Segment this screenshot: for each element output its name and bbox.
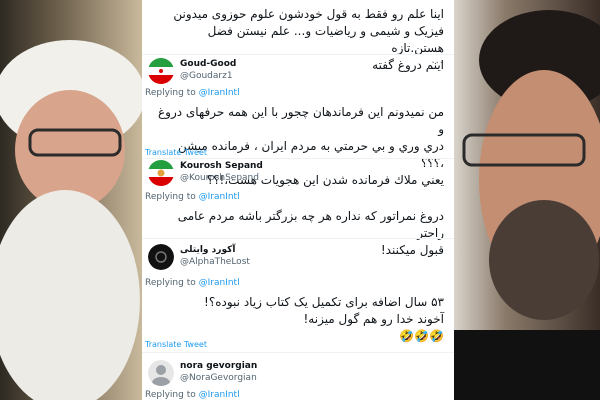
handle[interactable]: @KouroshSepand bbox=[180, 172, 263, 184]
tweet-author[interactable]: Goud-Good @Goudarz1 bbox=[148, 58, 236, 84]
twitter-replies-feed: اینا علم رو فقط به قول خودشون علوم حوزوی… bbox=[142, 0, 454, 400]
mention-link[interactable]: @IranIntl bbox=[199, 390, 240, 400]
flag-avatar-icon[interactable] bbox=[148, 160, 174, 186]
handle[interactable]: @Goudarz1 bbox=[180, 70, 236, 82]
mention-link[interactable]: @IranIntl bbox=[199, 192, 240, 202]
tweet-divider bbox=[142, 158, 454, 159]
tweet-author[interactable]: nora gevorgian @NoraGevorgian bbox=[148, 360, 257, 386]
replying-to-label: Replying to bbox=[145, 278, 196, 288]
translate-tweet-link[interactable]: Translate Tweet bbox=[145, 148, 207, 157]
display-name[interactable]: nora gevorgian bbox=[180, 360, 257, 372]
replying-to-label: Replying to bbox=[145, 88, 196, 98]
replying-to: Replying to @IranIntl bbox=[145, 192, 240, 202]
translate-tweet-link[interactable]: Translate Tweet bbox=[145, 340, 207, 349]
default-avatar-icon[interactable] bbox=[148, 360, 174, 386]
tweet-author[interactable]: آکورد وایتلی @AlphaTheLost bbox=[148, 244, 250, 270]
replying-to-label: Replying to bbox=[145, 192, 196, 202]
replying-to: Replying to @IranIntl bbox=[145, 390, 240, 400]
tweet-line: آخوند خدا رو هم گول میزنه! bbox=[303, 312, 444, 326]
tweet-divider bbox=[142, 238, 454, 239]
tweet-line: ۵۳ سال اضافه برای تکمیل یک کتاب زیاد نبو… bbox=[204, 295, 444, 309]
display-name[interactable]: آکورد وایتلی bbox=[180, 244, 250, 256]
mention-link[interactable]: @IranIntl bbox=[199, 88, 240, 98]
mention-link[interactable]: @IranIntl bbox=[199, 278, 240, 288]
replying-to: Replying to @IranIntl bbox=[145, 88, 240, 98]
tweet-author[interactable]: Kourosh Sepand @KouroshSepand bbox=[148, 160, 263, 186]
tweet-line: فیزیک و شیمی و ریاضیات و... علم نیستن فض… bbox=[207, 24, 444, 55]
tweet-line: من نمیدونم این فرماندهان چجور با این همه… bbox=[157, 105, 444, 136]
dark-avatar-icon[interactable] bbox=[148, 244, 174, 270]
handle[interactable]: @NoraGevorgian bbox=[180, 372, 257, 384]
replying-to: Replying to @IranIntl bbox=[145, 278, 240, 288]
tweet-line: دروغ نمراتور که نداره هر چه بزرگتر باشه … bbox=[177, 209, 444, 240]
tweet-divider bbox=[142, 352, 454, 353]
right-portrait-photo bbox=[454, 0, 600, 400]
left-portrait-photo bbox=[0, 0, 142, 400]
tweet-line: اینا علم رو فقط به قول خودشون علوم حوزوی… bbox=[173, 7, 444, 21]
handle[interactable]: @AlphaTheLost bbox=[180, 256, 250, 268]
display-name[interactable]: Kourosh Sepand bbox=[180, 160, 263, 172]
replying-to-label: Replying to bbox=[145, 390, 196, 400]
tweet-text: ۵۳ سال اضافه برای تکمیل یک کتاب زیاد نبو… bbox=[142, 294, 454, 345]
more-options-icon[interactable]: ··· bbox=[431, 58, 444, 69]
tweet-divider bbox=[142, 54, 454, 55]
display-name[interactable]: Goud-Good bbox=[180, 58, 236, 70]
iran-flag-avatar-icon[interactable] bbox=[148, 58, 174, 84]
